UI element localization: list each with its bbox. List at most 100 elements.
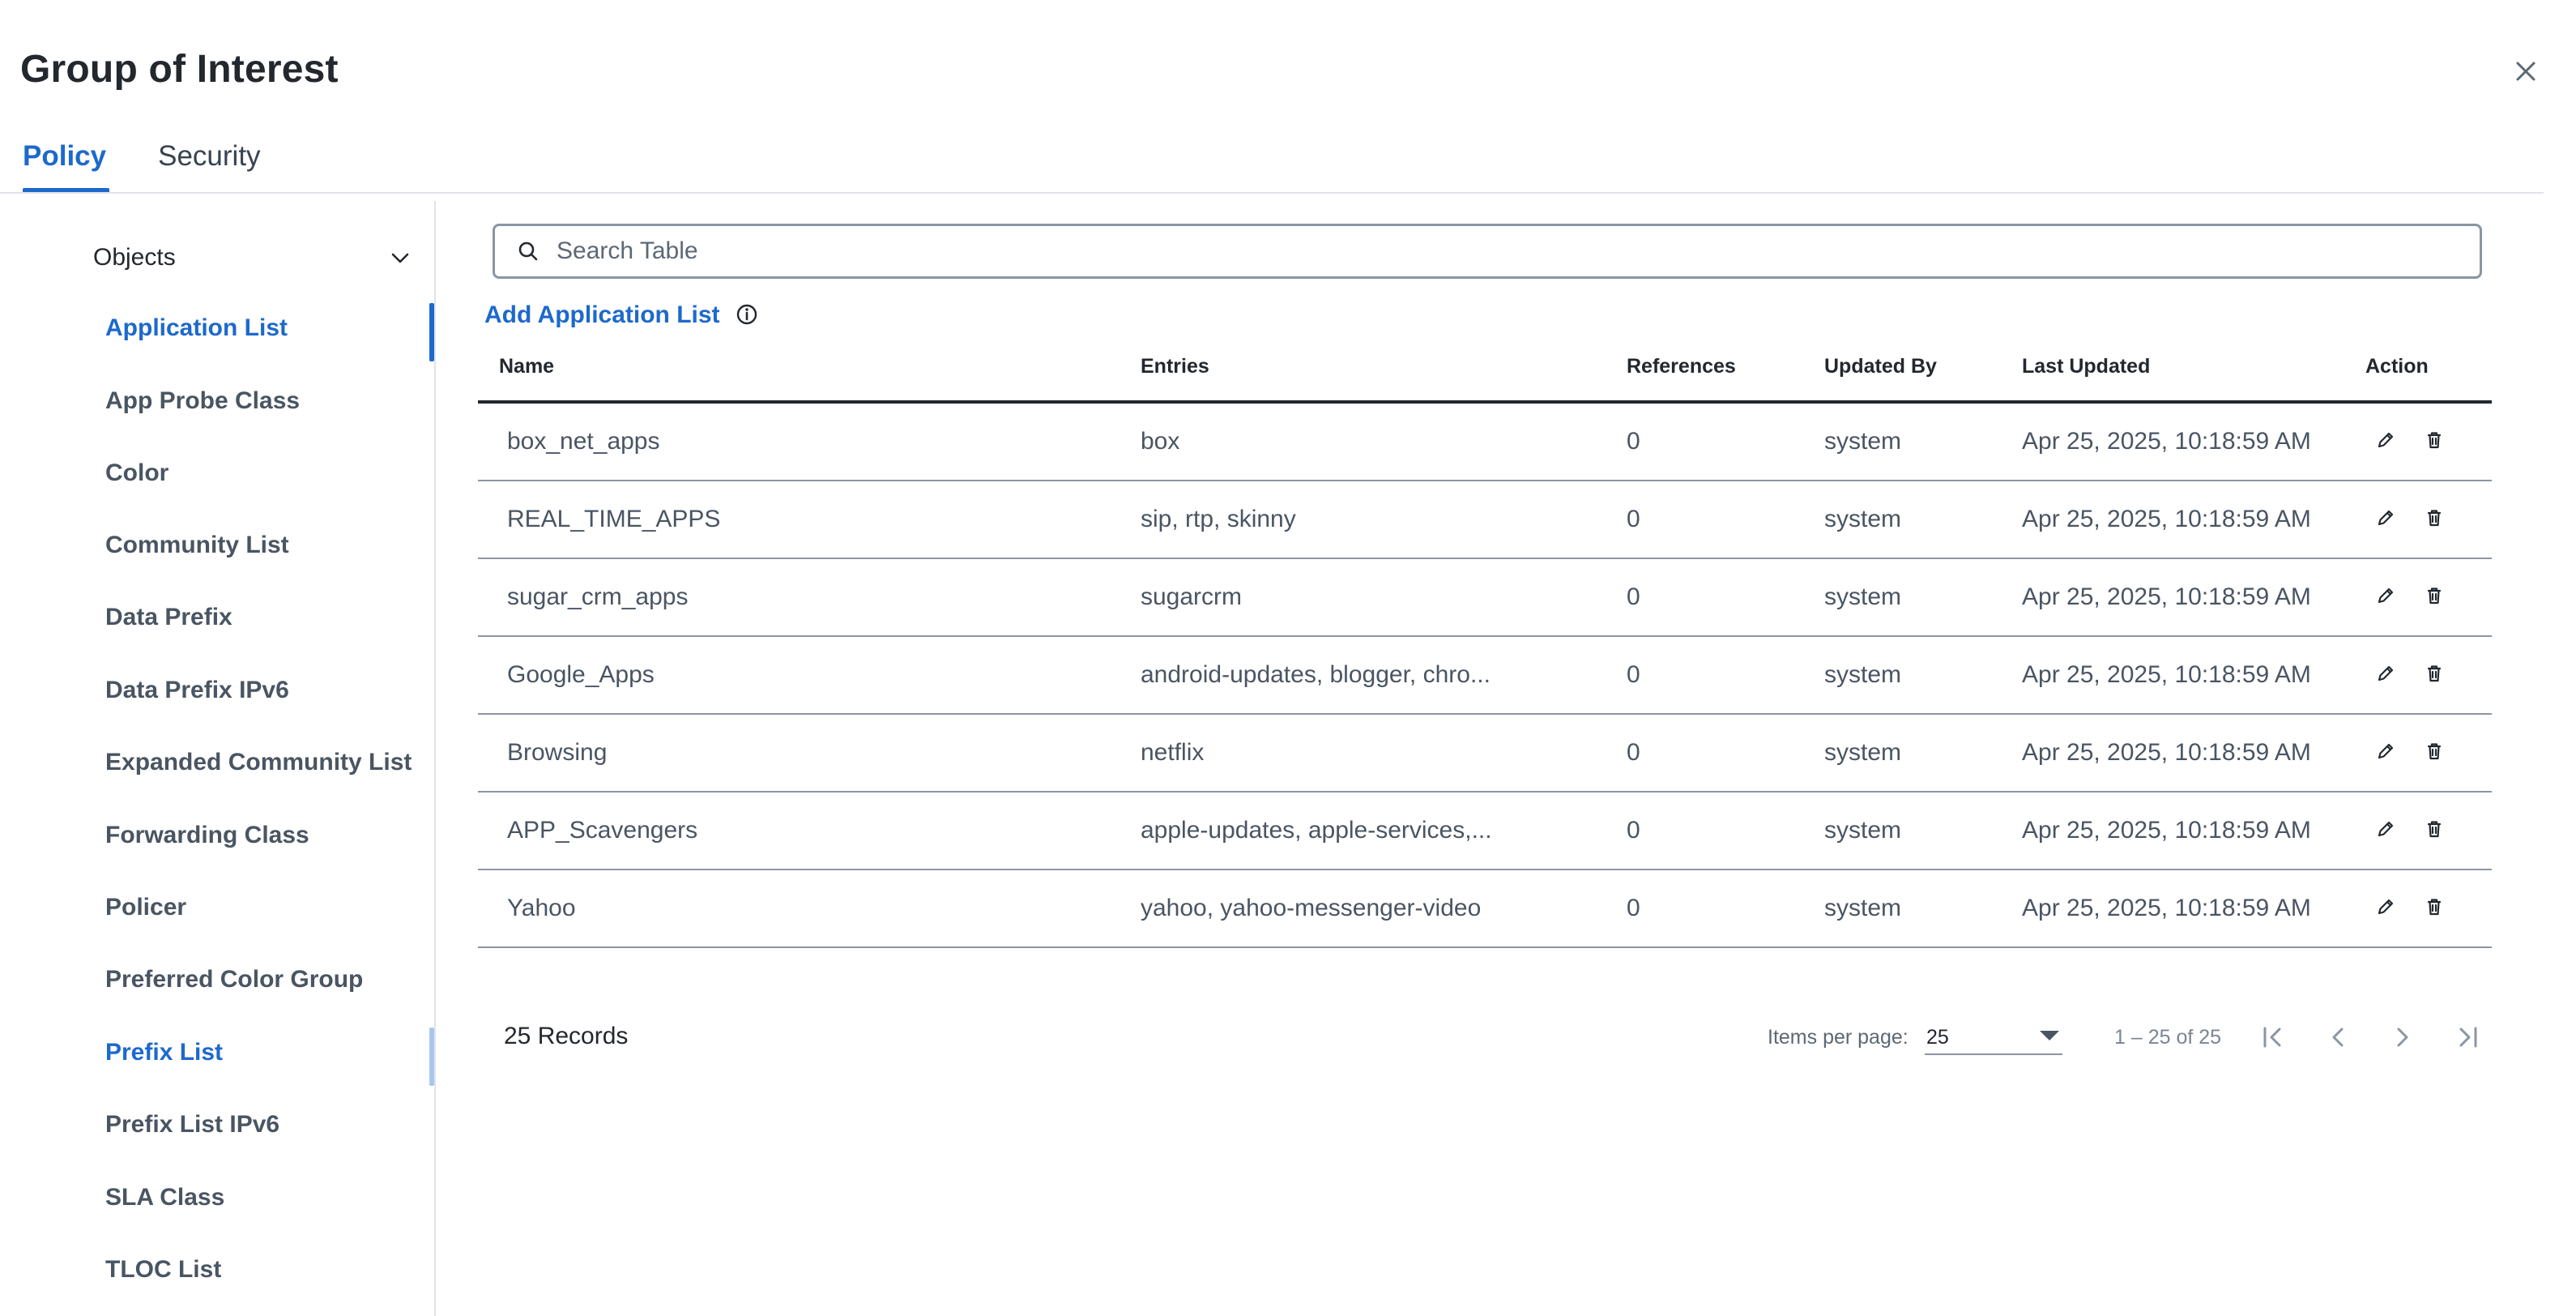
sidebar: Objects Application List App Probe Class… [0,201,436,1316]
search-icon [518,241,538,261]
cell-name: Browsing [507,739,608,766]
sidebar-section-objects[interactable]: Objects [93,241,417,274]
edit-button[interactable] [2373,739,2398,763]
edit-button[interactable] [2373,506,2398,530]
records-count: 25 Records [504,1023,629,1049]
trash-icon [2427,821,2442,838]
items-per-page-select[interactable]: 25 [1925,1016,2062,1055]
cell-name: REAL_TIME_APPS [507,506,721,532]
sidebar-item-prefix-list[interactable]: Prefix List [105,1039,223,1066]
items-per-page-label: Items per page: [1768,1026,1909,1049]
cell-name: sugar_crm_apps [507,583,689,610]
cell-name: box_net_apps [507,428,660,455]
pencil-icon [2378,743,2394,759]
dropdown-arrow-icon [2040,1031,2059,1040]
column-header-entries[interactable]: Entries [1141,355,1209,378]
search-input[interactable] [557,237,2420,265]
edit-button[interactable] [2373,583,2398,608]
delete-button[interactable] [2422,428,2446,452]
table-row[interactable]: Google_Apps android-updates, blogger, chr… [478,637,2492,715]
pencil-icon [2378,510,2394,526]
dialog-title: Group of Interest [20,48,339,91]
sidebar-item-color[interactable]: Color [105,459,168,487]
sidebar-item-app-probe-class[interactable]: App Probe Class [105,387,300,415]
delete-button[interactable] [2422,506,2446,530]
table-row[interactable]: REAL_TIME_APPS sip, rtp, skinny 0 system Apr… [478,481,2492,559]
cell-references: 0 [1627,739,1640,766]
cell-entries: sugarcrm [1141,583,1243,610]
sidebar-item-expanded-community-list[interactable]: Expanded Community List [105,749,412,776]
edit-button[interactable] [2373,817,2398,841]
sidebar-item-policer[interactable]: Policer [105,894,186,921]
sidebar-section-label: Objects [93,244,176,271]
table-container: Name Entries References Updated By Last … [478,340,2492,985]
cell-references: 0 [1627,428,1640,455]
page-range: 1 – 25 of 25 [2114,1026,2222,1049]
pencil-icon [2378,821,2394,837]
add-application-list-link[interactable]: Add Application List [484,301,720,329]
delete-button[interactable] [2422,895,2446,919]
table-row[interactable]: box_net_apps box 0 system Apr 25, 2025, 10:1… [478,404,2492,481]
sidebar-item-preferred-color-group[interactable]: Preferred Color Group [105,966,363,993]
table-header: Name Entries References Updated By Last … [478,340,2492,404]
tab-bar: Policy Security [23,136,313,193]
cell-updated-by: system [1824,817,1902,844]
cell-last-updated: Apr 25, 2025, 10:18:59 AM [2022,817,2311,844]
column-header-references[interactable]: References [1627,355,1736,378]
pencil-icon [2378,588,2394,604]
column-header-updated-by[interactable]: Updated By [1824,355,1937,378]
trash-icon [2427,432,2442,449]
cell-references: 0 [1627,583,1640,610]
cell-last-updated: Apr 25, 2025, 10:18:59 AM [2022,661,2311,688]
edit-button[interactable] [2373,428,2398,452]
sidebar-item-forwarding-class[interactable]: Forwarding Class [105,822,309,849]
info-icon[interactable] [736,303,758,326]
column-header-name[interactable]: Name [499,355,554,378]
cell-entries: sip, rtp, skinny [1141,506,1296,532]
cell-last-updated: Apr 25, 2025, 10:18:59 AM [2022,428,2311,455]
previous-page-button[interactable] [2322,1021,2354,1053]
cell-name: APP_Scavengers [507,817,698,844]
tab-security[interactable]: Security [158,136,260,193]
sidebar-item-tloc-list[interactable]: TLOC List [105,1256,221,1284]
cell-last-updated: Apr 25, 2025, 10:18:59 AM [2022,895,2311,921]
cell-updated-by: system [1824,895,1902,921]
sidebar-item-prefix-list-ipv6[interactable]: Prefix List IPv6 [105,1111,279,1139]
sidebar-item-data-prefix-ipv6[interactable]: Data Prefix IPv6 [105,677,289,704]
column-header-action: Action [2365,355,2429,378]
sidebar-item-sla-class[interactable]: SLA Class [105,1184,224,1211]
trash-icon [2427,510,2442,527]
pencil-icon [2378,899,2394,915]
column-header-last-updated[interactable]: Last Updated [2022,355,2150,378]
sidebar-item-application-list[interactable]: Application List [105,314,288,342]
table-row-partial [478,948,2492,985]
delete-button[interactable] [2422,583,2446,608]
cell-entries: yahoo, yahoo-messenger-video [1141,895,1482,921]
table-row[interactable]: APP_Scavengers apple-updates, apple-servi… [478,793,2492,870]
sidebar-item-community-list[interactable]: Community List [105,532,289,559]
tab-policy[interactable]: Policy [23,136,110,193]
table-row[interactable]: Yahoo yahoo, yahoo-messenger-video 0 system… [478,870,2492,948]
table-row[interactable]: sugar_crm_apps sugarcrm 0 system Apr 25, 202… [478,559,2492,637]
cell-last-updated: Apr 25, 2025, 10:18:59 AM [2022,739,2311,766]
delete-button[interactable] [2422,817,2446,841]
delete-button[interactable] [2422,739,2446,763]
last-page-button[interactable] [2451,1021,2484,1053]
close-button[interactable] [2510,55,2542,88]
cell-references: 0 [1627,895,1640,921]
cell-name: Google_Apps [507,661,655,688]
edit-button[interactable] [2373,895,2398,919]
sidebar-active-indicator [429,303,434,361]
delete-button[interactable] [2422,661,2446,686]
table-row[interactable]: Browsing netflix 0 system Apr 25, 2025, 10:1… [478,715,2492,793]
next-page-button[interactable] [2386,1021,2419,1053]
table-body: box_net_apps box 0 system Apr 25, 2025, 10:1… [478,404,2492,985]
cell-updated-by: system [1824,661,1902,688]
edit-button[interactable] [2373,661,2398,686]
tabs-divider [0,192,2544,194]
cell-references: 0 [1627,661,1640,688]
first-page-button[interactable] [2257,1021,2289,1053]
sidebar-item-data-prefix[interactable]: Data Prefix [105,604,232,631]
table-footer: 25 Records Items per page: 25 1 – 25 of … [478,1005,2492,1070]
cell-entries: apple-updates, apple-services,... [1141,817,1492,844]
